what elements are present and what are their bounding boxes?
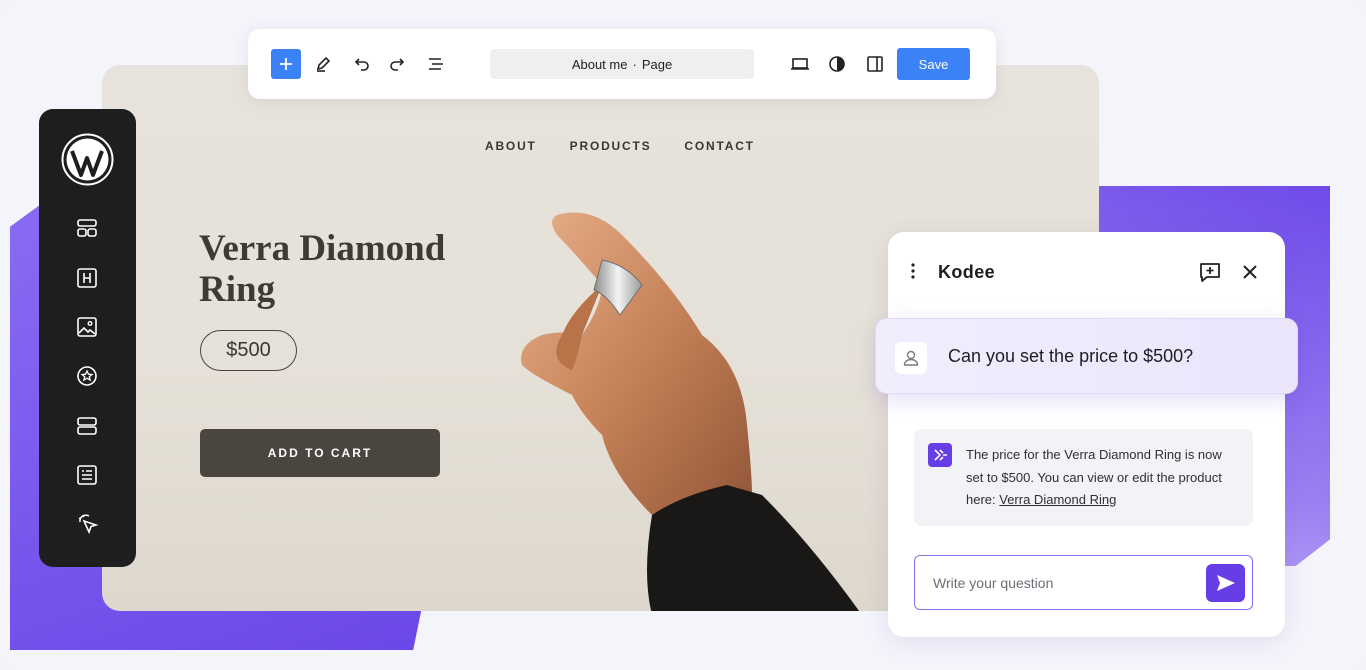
- contrast-icon[interactable]: [822, 49, 852, 79]
- document-title: About me: [571, 56, 628, 72]
- nav-link-contact[interactable]: CONTACT: [684, 139, 754, 153]
- heading-icon[interactable]: [74, 265, 100, 291]
- nav-link-products[interactable]: PRODUCTS: [570, 139, 652, 153]
- redo-icon[interactable]: [383, 49, 413, 79]
- price-badge[interactable]: $500: [200, 330, 297, 371]
- add-to-cart-button[interactable]: ADD TO CART: [200, 429, 440, 477]
- kodee-bot-icon: [928, 443, 952, 467]
- product-link[interactable]: Verra Diamond Ring: [999, 492, 1116, 507]
- document-title-bar[interactable]: About me · Page: [490, 49, 754, 79]
- laptop-icon[interactable]: [785, 49, 815, 79]
- star-badge-icon[interactable]: [74, 363, 100, 389]
- editor-toolbar: About me · Page Save: [248, 29, 996, 99]
- close-icon[interactable]: [1240, 262, 1260, 287]
- user-avatar-icon: [895, 342, 927, 374]
- title-separator: ·: [632, 56, 637, 72]
- send-icon: [1216, 575, 1235, 591]
- ai-message-text: The price for the Verra Diamond Ring is …: [966, 444, 1236, 512]
- send-button[interactable]: [1206, 564, 1245, 602]
- new-chat-icon[interactable]: [1198, 260, 1222, 289]
- sidebar-toggle-icon[interactable]: [860, 49, 890, 79]
- save-button[interactable]: Save: [897, 48, 970, 80]
- kodee-chat-panel: Kodee The price for the Verra Diamond Ri…: [888, 232, 1285, 637]
- list-view-icon[interactable]: [421, 49, 451, 79]
- ai-message: The price for the Verra Diamond Ring is …: [914, 429, 1253, 526]
- more-options-icon[interactable]: [910, 262, 916, 285]
- chat-title: Kodee: [938, 262, 996, 282]
- question-input[interactable]: [933, 573, 1193, 593]
- product-title[interactable]: Verra Diamond Ring: [199, 228, 499, 310]
- document-type: Page: [641, 56, 673, 72]
- block-sidebar: [39, 109, 136, 567]
- hand-with-ring-image: [521, 212, 860, 611]
- layout-grid-icon[interactable]: [74, 215, 100, 241]
- user-message-text: Can you set the price to $500?: [948, 346, 1194, 366]
- undo-icon[interactable]: [346, 49, 376, 79]
- user-message: Can you set the price to $500?: [875, 318, 1298, 394]
- add-block-icon[interactable]: [271, 49, 301, 79]
- image-icon[interactable]: [74, 314, 100, 340]
- wordpress-logo[interactable]: [61, 133, 114, 186]
- cursor-click-icon[interactable]: [74, 511, 100, 537]
- pen-icon[interactable]: [308, 49, 338, 79]
- background: ABOUT PRODUCTS CONTACT Verra Diamond Rin…: [0, 0, 1366, 670]
- question-input-container: [914, 555, 1253, 610]
- form-icon[interactable]: [74, 462, 100, 488]
- stack-icon[interactable]: [74, 413, 100, 439]
- site-nav: ABOUT PRODUCTS CONTACT: [485, 139, 755, 153]
- nav-link-about[interactable]: ABOUT: [485, 139, 537, 153]
